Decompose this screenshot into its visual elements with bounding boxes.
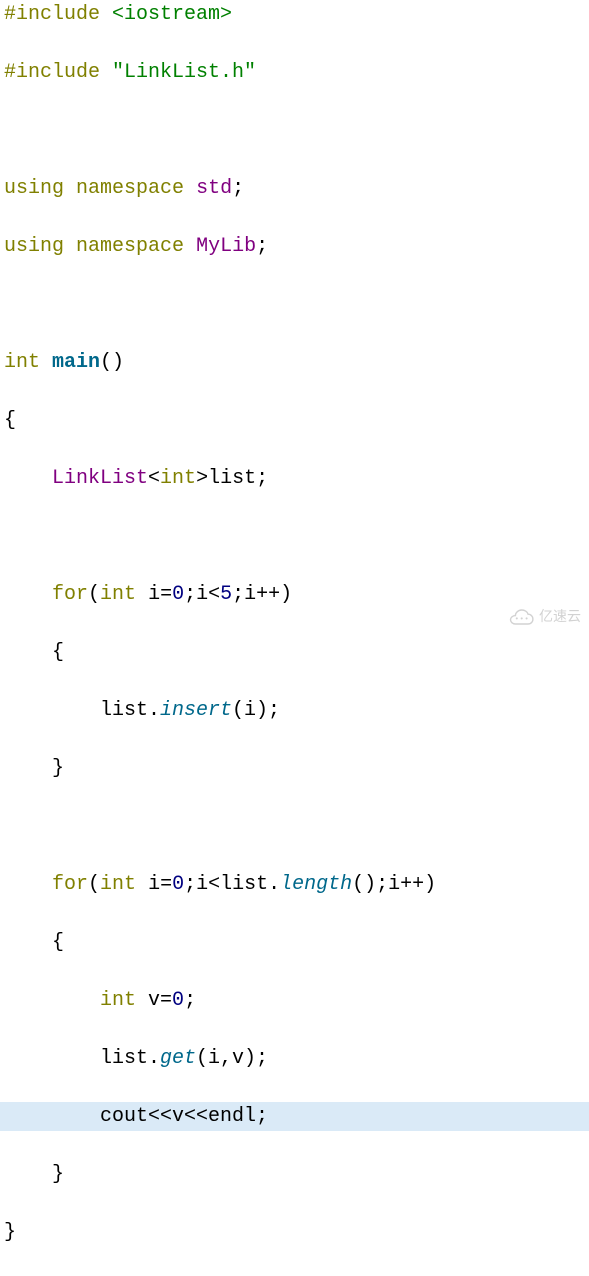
code-token: main <box>52 351 100 374</box>
code-token <box>184 177 196 200</box>
code-token: ; <box>184 989 196 1012</box>
code-token: <iostream> <box>112 3 232 26</box>
code-token: } <box>4 1221 16 1244</box>
code-line: #include "LinkList.h" <box>0 58 589 87</box>
code-line: { <box>0 406 589 435</box>
code-token: #include <box>4 61 100 84</box>
code-token: 0 <box>172 989 184 1012</box>
code-token: list. <box>4 699 160 722</box>
code-token: v= <box>136 989 172 1012</box>
code-token: } <box>4 757 64 780</box>
code-token: list. <box>4 1047 160 1070</box>
code-token: } <box>4 1163 64 1186</box>
code-token: LinkList <box>52 467 148 490</box>
code-token: for <box>52 583 88 606</box>
code-line: int v=0; <box>0 986 589 1015</box>
code-line: using namespace MyLib; <box>0 232 589 261</box>
code-token <box>100 3 112 26</box>
code-token: { <box>4 641 64 664</box>
code-editor: #include <iostream> #include "LinkList.h… <box>0 0 589 1276</box>
code-token: namespace <box>76 235 184 258</box>
code-line: cout<<v<<endl; <box>0 1102 589 1131</box>
code-line: } <box>0 754 589 783</box>
code-token: ( <box>88 583 100 606</box>
code-token: ; <box>232 177 244 200</box>
code-token: 5 <box>220 583 232 606</box>
code-line <box>0 116 589 145</box>
code-line <box>0 522 589 551</box>
code-token: length <box>280 873 352 896</box>
code-line: int main() <box>0 348 589 377</box>
code-line: list.insert(i); <box>0 696 589 725</box>
code-token: ; <box>256 235 268 258</box>
code-line: } <box>0 1218 589 1247</box>
code-line: for(int i=0;i<5;i++) <box>0 580 589 609</box>
code-line: using namespace std; <box>0 174 589 203</box>
code-line <box>0 812 589 841</box>
code-line: { <box>0 928 589 957</box>
watermark: 亿速云 <box>507 602 581 631</box>
code-token <box>4 583 52 606</box>
code-token: #include <box>4 3 100 26</box>
code-token: "LinkList.h" <box>112 61 256 84</box>
code-token: ;i<list. <box>184 873 280 896</box>
code-line: list.get(i,v); <box>0 1044 589 1073</box>
watermark-text: 亿速云 <box>539 602 581 631</box>
code-token: ;i< <box>184 583 220 606</box>
code-token: int <box>160 467 196 490</box>
code-token: 0 <box>172 873 184 896</box>
code-token: namespace <box>76 177 184 200</box>
code-line: #include <iostream> <box>0 0 589 29</box>
code-token: ();i++) <box>352 873 436 896</box>
code-token: >list; <box>196 467 268 490</box>
code-token: using <box>4 235 64 258</box>
code-token: i= <box>136 873 172 896</box>
code-token <box>100 61 112 84</box>
code-token: cout<<v<<endl; <box>4 1105 268 1128</box>
code-token: ;i++) <box>232 583 292 606</box>
code-token <box>64 235 76 258</box>
code-token: get <box>160 1047 196 1070</box>
code-token: MyLib <box>196 235 256 258</box>
code-line: LinkList<int>list; <box>0 464 589 493</box>
code-token: insert <box>160 699 232 722</box>
code-line: { <box>0 638 589 667</box>
code-token: 0 <box>172 583 184 606</box>
code-token <box>4 467 52 490</box>
code-line: } <box>0 1160 589 1189</box>
code-token: (i); <box>232 699 280 722</box>
code-token: using <box>4 177 64 200</box>
code-token: () <box>100 351 124 374</box>
code-token <box>4 873 52 896</box>
code-token <box>184 235 196 258</box>
code-token: < <box>148 467 160 490</box>
code-line: for(int i=0;i<list.length();i++) <box>0 870 589 899</box>
code-token: i= <box>136 583 172 606</box>
cloud-icon <box>507 608 535 626</box>
code-token: { <box>4 409 16 432</box>
code-token: int <box>100 989 136 1012</box>
code-token: std <box>196 177 232 200</box>
code-token: { <box>4 931 64 954</box>
code-token <box>64 177 76 200</box>
code-token <box>4 989 100 1012</box>
code-token: ( <box>88 873 100 896</box>
code-token: int <box>4 351 40 374</box>
code-token: (i,v); <box>196 1047 268 1070</box>
code-token <box>40 351 52 374</box>
code-token: int <box>100 583 136 606</box>
code-token: int <box>100 873 136 896</box>
code-line <box>0 290 589 319</box>
code-token: for <box>52 873 88 896</box>
